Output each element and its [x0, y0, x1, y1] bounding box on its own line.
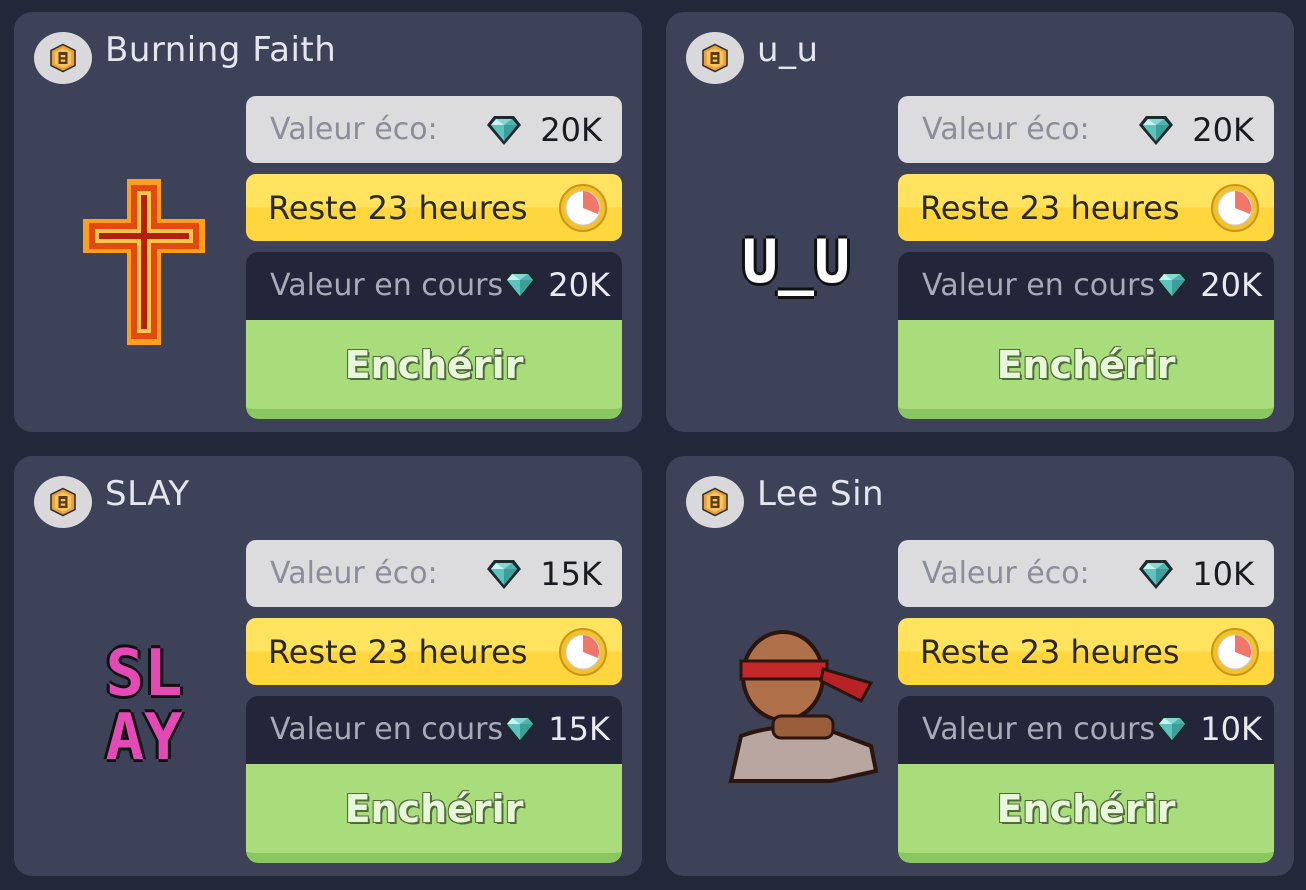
eco-label: Valeur éco:: [270, 556, 438, 591]
clock-icon: [558, 183, 608, 233]
current-value: 10K: [1200, 710, 1262, 748]
clock-icon: [1210, 183, 1260, 233]
gem-icon: [502, 269, 538, 301]
gem-icon: [1154, 713, 1190, 745]
slay-art-bottom: AY: [105, 701, 183, 775]
current-label: Valeur en cours: [922, 712, 1156, 747]
current-label: Valeur en cours: [922, 268, 1156, 303]
lock-badge-icon: [686, 32, 744, 84]
eco-value: 20K: [540, 110, 602, 149]
card-title: u_u: [757, 30, 819, 70]
lock-badge-icon: [34, 32, 92, 84]
card-lee-sin: Lee Sin Valeur éco: 10K Reste 23 heures …: [666, 456, 1294, 876]
time-remaining-row: Reste 23 heures: [246, 174, 622, 241]
eco-label: Valeur éco:: [270, 112, 438, 147]
gem-icon: [1154, 269, 1190, 301]
gem-icon: [1138, 558, 1174, 590]
eco-value-row: Valeur éco: 20K: [246, 96, 622, 163]
slay-art-top: SL: [105, 637, 183, 711]
bid-button[interactable]: Enchérir: [898, 764, 1274, 863]
gem-icon: [502, 713, 538, 745]
eco-value: 10K: [1192, 554, 1254, 593]
card-slay: SLAY SL AY Valeur éco: 15K Reste 23 heur…: [14, 456, 642, 876]
eco-value-row: Valeur éco: 15K: [246, 540, 622, 607]
u-u-art-text: U_U: [741, 227, 851, 297]
u-u-art: U_U: [696, 172, 896, 352]
card-title: Lee Sin: [757, 474, 885, 514]
lock-badge-icon: [34, 476, 92, 528]
eco-value: 15K: [540, 554, 602, 593]
card-u-u: u_u U_U Valeur éco: 20K Reste 23 heures …: [666, 12, 1294, 432]
card-title: Burning Faith: [105, 30, 337, 70]
current-value: 15K: [548, 710, 610, 748]
gem-icon: [486, 558, 522, 590]
current-label: Valeur en cours: [270, 268, 504, 303]
current-label: Valeur en cours: [270, 712, 504, 747]
eco-value-row: Valeur éco: 10K: [898, 540, 1274, 607]
bid-button[interactable]: Enchérir: [246, 764, 622, 863]
current-value-panel: Valeur en cours 10K Enchérir: [898, 696, 1274, 863]
time-label: Reste 23 heures: [268, 188, 528, 227]
time-remaining-row: Reste 23 heures: [898, 618, 1274, 685]
eco-label: Valeur éco:: [922, 112, 1090, 147]
current-value-panel: Valeur en cours 15K Enchérir: [246, 696, 622, 863]
slay-art: SL AY: [44, 616, 244, 796]
eco-value-row: Valeur éco: 20K: [898, 96, 1274, 163]
clock-icon: [558, 627, 608, 677]
burning-cross-art: [44, 172, 244, 352]
card-burning-faith: Burning Faith Valeur éco: 20K Reste 23 h…: [14, 12, 642, 432]
lock-badge-icon: [686, 476, 744, 528]
current-value: 20K: [1200, 266, 1262, 304]
current-value-panel: Valeur en cours 20K Enchérir: [898, 252, 1274, 419]
time-remaining-row: Reste 23 heures: [246, 618, 622, 685]
bid-button[interactable]: Enchérir: [246, 320, 622, 419]
card-title: SLAY: [105, 474, 190, 514]
time-label: Reste 23 heures: [920, 188, 1180, 227]
clock-icon: [1210, 627, 1260, 677]
time-label: Reste 23 heures: [268, 632, 528, 671]
eco-label: Valeur éco:: [922, 556, 1090, 591]
eco-value: 20K: [1192, 110, 1254, 149]
current-value: 20K: [548, 266, 610, 304]
time-remaining-row: Reste 23 heures: [898, 174, 1274, 241]
gem-icon: [1138, 114, 1174, 146]
lee-sin-art: [696, 616, 896, 796]
current-value-panel: Valeur en cours 20K Enchérir: [246, 252, 622, 419]
time-label: Reste 23 heures: [920, 632, 1180, 671]
bid-button[interactable]: Enchérir: [898, 320, 1274, 419]
gem-icon: [486, 114, 522, 146]
